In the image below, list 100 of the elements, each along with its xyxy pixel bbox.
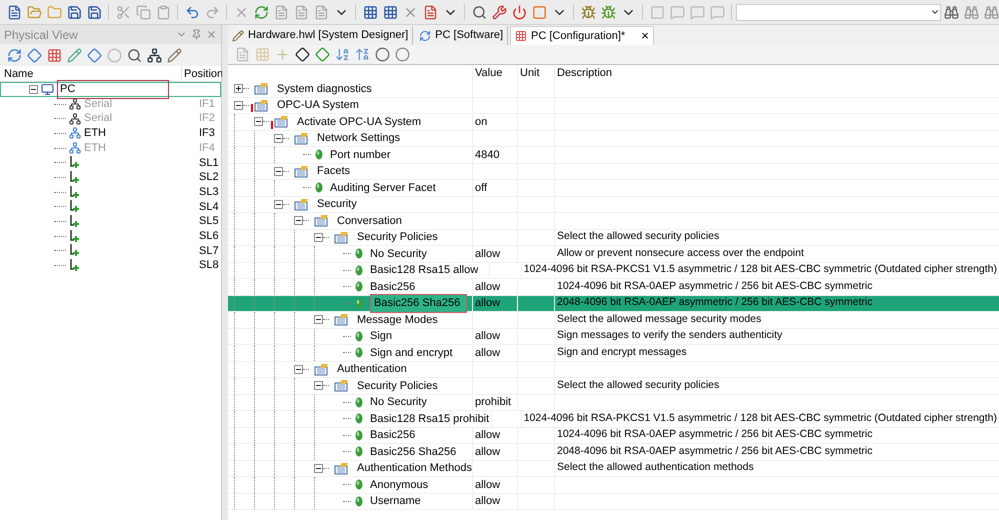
tree-row[interactable]: SL8 [0, 258, 221, 273]
grid-row[interactable]: Conversation [228, 213, 999, 230]
parameter-name: Facets [317, 164, 350, 179]
parameter-name: Auditing Server Facet [330, 180, 436, 196]
grid-row[interactable]: Anonymous allow [228, 477, 999, 494]
slot-plus-icon [69, 200, 80, 214]
position-label: SL2 [199, 170, 220, 186]
value-text: prohibit [475, 395, 512, 410]
grid-row[interactable]: Message Modes Select the allowed message security modes [228, 312, 999, 328]
grid-row[interactable]: OPC-UA System [228, 98, 999, 114]
bulb-icon [355, 248, 363, 260]
value-text: on [475, 114, 488, 130]
value-text: allow [475, 494, 500, 509]
grid-row[interactable]: Basic256 Sha256 allow 2048-4096 bit RSA-0AEP asymmetric / 256 bit AES-CBC symmetric [228, 444, 999, 460]
value-text: allow [475, 329, 500, 344]
pencil-icon [232, 30, 244, 42]
tree-row[interactable]: ETH IF3 [0, 126, 221, 141]
folder-table-icon [334, 379, 350, 392]
node-label: Serial [84, 96, 112, 112]
collapse-toggle[interactable] [274, 200, 283, 209]
grid-row[interactable]: Security Policies Select the allowed security policies [228, 230, 999, 246]
parameter-name: Anonymous [370, 478, 428, 492]
parameter-name: Basic256 [370, 280, 416, 294]
description-text: 1024-4096 bit RSA-0AEP asymmetric / 256 bit AES-CBC symmetric [557, 427, 873, 442]
folder-table-icon [294, 132, 310, 145]
parameter-name: No Security [370, 395, 427, 410]
column-header[interactable]: Description [554, 65, 999, 81]
collapse-toggle[interactable] [254, 117, 263, 126]
position-label: SL1 [199, 156, 220, 171]
position-label: SL7 [199, 244, 220, 259]
parameter-name: OPC-UA System [277, 98, 359, 113]
grid-row[interactable]: Authentication Methods Select the allowed authentication methods [228, 460, 999, 477]
tab-label: Hardware.hwl [System Designer] [248, 28, 408, 44]
tree-row[interactable]: SL1 [0, 155, 221, 170]
tree-row[interactable]: SL5 [0, 214, 221, 229]
grid-row[interactable]: Port number 4840 [228, 147, 999, 164]
column-header[interactable]: Name [0, 66, 181, 81]
grid-row[interactable]: Sign allow Sign messages to verify the senders authenticity [228, 328, 999, 345]
grid-row[interactable]: Authentication [228, 362, 999, 378]
bulb-icon [355, 264, 363, 276]
collapse-toggle[interactable] [29, 84, 38, 94]
parameter-name: Username [370, 494, 421, 509]
value-text: allow [475, 428, 500, 443]
tree-row[interactable]: SL6 [0, 228, 221, 244]
collapse-toggle[interactable] [294, 216, 303, 226]
description-text: 1024-4096 bit RSA-PKCS1 V1.5 asymmetric / 128 bit AES-CBC symmetric (Outdated cipher strength) [524, 410, 997, 426]
document-tab[interactable]: PC [Configuration]* × [510, 26, 654, 45]
column-header[interactable]: Unit [517, 65, 554, 81]
collapse-toggle[interactable] [314, 381, 323, 390]
tree-row[interactable]: SL3 [0, 184, 221, 200]
collapse-toggle[interactable] [294, 364, 303, 374]
close-icon[interactable] [206, 29, 217, 40]
close-button[interactable]: × [641, 26, 649, 46]
panel-title: Physical View [4, 26, 79, 44]
collapse-toggle[interactable] [314, 464, 323, 473]
grid-row[interactable]: Security Policies Select the allowed security policies [228, 378, 999, 394]
slot-plus-icon [69, 244, 80, 258]
description-text: 2048-4096 bit RSA-0AEP asymmetric / 256 bit AES-CBC symmetric [557, 295, 873, 310]
grid-row[interactable]: System diagnostics [228, 81, 999, 98]
collapse-toggle[interactable] [274, 166, 283, 176]
tree-row[interactable]: PC [0, 82, 221, 97]
pin-icon[interactable] [191, 29, 202, 40]
tab-label: PC [Configuration]* [531, 28, 626, 44]
grid-row[interactable]: Network Settings [228, 130, 999, 147]
parameter-name: Basic256 [370, 428, 416, 443]
grid-row[interactable]: Basic128 Rsa15 prohibit 1024-4096 bit RSA-PKCS1 V1.5 asymmetric / 128 bit AES-CBC symmetric (Outdated cipher strength) [228, 411, 999, 428]
collapse-toggle[interactable] [274, 134, 283, 143]
tree-row[interactable]: SL4 [0, 200, 221, 214]
expand-toggle[interactable] [234, 84, 243, 94]
grid-row[interactable]: Username allow [228, 494, 999, 510]
collapse-toggle[interactable] [314, 315, 323, 324]
grid-row[interactable]: Activate OPC-UA System on [228, 114, 999, 130]
position-label: SL4 [199, 200, 220, 215]
folder-table-icon [334, 313, 350, 326]
grid-row[interactable]: Sign and encrypt allow Sign and encrypt messages [228, 345, 999, 362]
grid-row[interactable]: Basic256 Sha256 allow 2048-4096 bit RSA-0AEP asymmetric / 256 bit AES-CBC symmetric [228, 296, 999, 312]
grid-row[interactable]: No Security prohibit [228, 394, 999, 411]
parameter-name: Security Policies [357, 378, 438, 394]
tree-row[interactable]: SL7 [0, 244, 221, 258]
grid-row[interactable]: Basic128 Rsa15 allow 1024-4096 bit RSA-PKCS1 V1.5 asymmetric / 128 bit AES-CBC symmetric (Outdated cipher strength) [228, 262, 999, 279]
grid-row[interactable]: Facets [228, 164, 999, 180]
value-text: allow [475, 296, 500, 311]
node-label: ETH [84, 126, 106, 142]
description-text: Sign and encrypt messages [557, 344, 687, 360]
value-text: off [475, 180, 488, 196]
column-header[interactable]: Value [472, 65, 517, 81]
position-label: SL6 [199, 228, 220, 244]
folder-table-icon [294, 198, 310, 211]
tree-row[interactable]: SL2 [0, 170, 221, 185]
slot-plus-icon [69, 170, 80, 184]
parameter-name: Sign [370, 329, 392, 344]
grid-row[interactable]: Basic256 allow 1024-4096 bit RSA-0AEP asymmetric / 256 bit AES-CBC symmetric [228, 428, 999, 444]
description-text: Select the allowed security policies [557, 378, 720, 393]
grid-row[interactable]: Auditing Server Facet off [228, 180, 999, 196]
collapse-toggle[interactable] [234, 100, 243, 110]
grid-row[interactable]: Security [228, 196, 999, 213]
grid-row[interactable]: No Security allow Allow or prevent nonsecure access over the endpoint [228, 246, 999, 262]
collapse-toggle[interactable] [314, 232, 323, 242]
column-header[interactable]: Position [181, 66, 221, 81]
bulb-icon [355, 347, 363, 358]
